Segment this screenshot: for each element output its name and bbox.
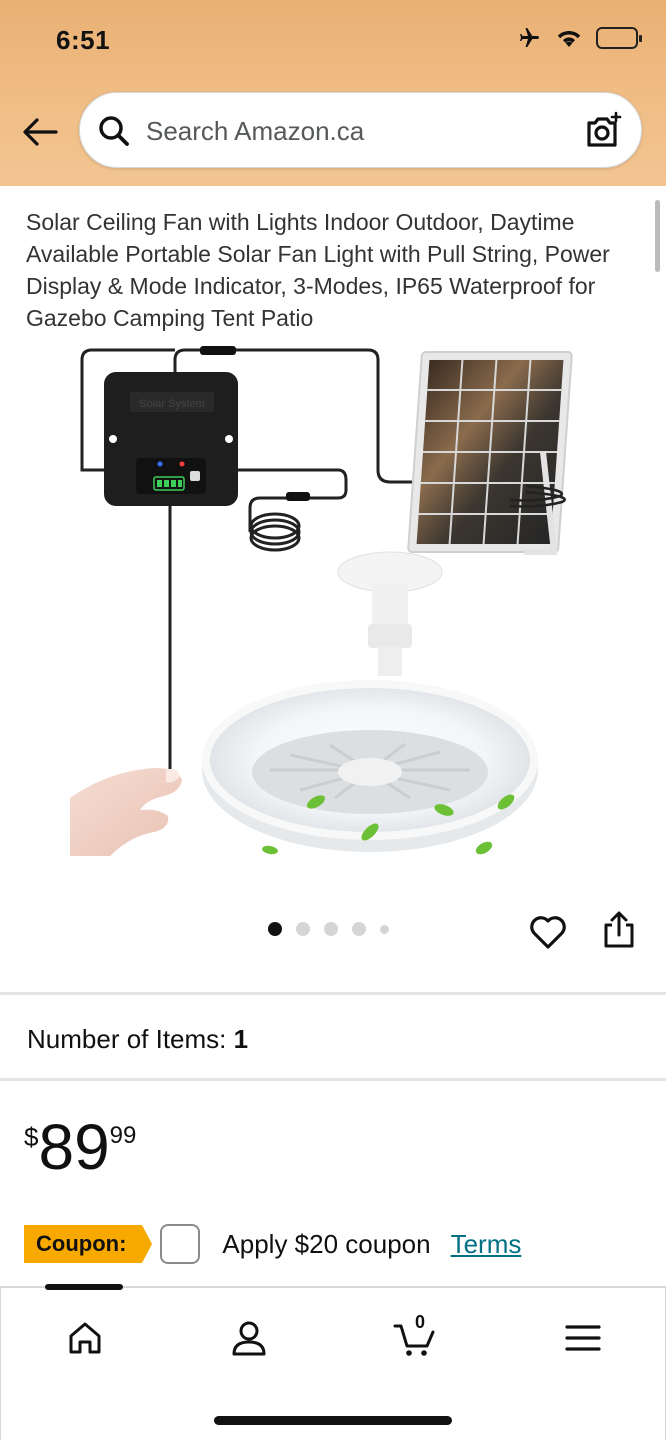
cart-count: 0 [415,1312,426,1332]
price: $ 89 99 [24,1112,136,1182]
scrollbar[interactable] [655,200,660,272]
carousel-dot[interactable] [352,922,366,936]
nav-menu[interactable] [561,1316,605,1360]
wishlist-button[interactable] [528,912,568,952]
carousel-dot[interactable] [296,922,310,936]
price-whole: 89 [38,1111,110,1183]
battery-icon [596,27,642,49]
coupon-terms-link[interactable]: Terms [451,1229,522,1260]
quantity-value: 1 [233,1024,249,1054]
search-icon [99,116,129,146]
image-carousel-dots[interactable] [268,922,389,936]
price-currency: $ [24,1122,39,1152]
header: 6:51 [0,0,666,186]
carousel-dot[interactable] [324,922,338,936]
back-button[interactable] [18,110,62,154]
wifi-icon [557,31,581,47]
coupon-checkbox[interactable] [160,1224,201,1264]
status-time: 6:51 [56,25,111,55]
quantity-label: Number of Items: [27,1024,227,1054]
account-icon [232,1321,266,1356]
coupon-row: Coupon: Apply $20 coupon Terms [24,1222,644,1266]
share-icon [604,911,634,948]
menu-icon [565,1325,601,1351]
status-icons [516,26,642,50]
svg-text:Solar System: Solar System [139,398,204,410]
divider [0,1078,666,1081]
store-row-peek [0,186,666,194]
heart-icon [530,916,566,949]
search-box[interactable] [79,92,642,168]
nav-cart[interactable]: 0 [393,1312,437,1360]
home-indicator[interactable] [214,1416,452,1425]
share-button[interactable] [600,910,638,950]
carousel-dot[interactable] [268,922,282,936]
home-icon [69,1322,101,1354]
quantity-row[interactable]: Number of Items: 1 [27,1024,248,1055]
coupon-text: Apply $20 coupon [222,1228,431,1259]
nav-home[interactable] [63,1316,107,1360]
nav-account[interactable] [227,1316,271,1360]
divider [0,992,666,995]
coupon-badge: Coupon: [24,1225,153,1263]
carousel-dot[interactable] [380,924,389,934]
search-input[interactable] [146,109,566,153]
airplane-icon [520,28,539,47]
active-tab-indicator [45,1284,123,1290]
camera-icon[interactable] [583,111,623,151]
product-image[interactable]: Solar System [70,340,596,856]
back-arrow-icon [23,118,58,146]
price-fraction: 99 [109,1122,137,1149]
product-title: Solar Ceiling Fan with Lights Indoor Out… [26,209,610,331]
